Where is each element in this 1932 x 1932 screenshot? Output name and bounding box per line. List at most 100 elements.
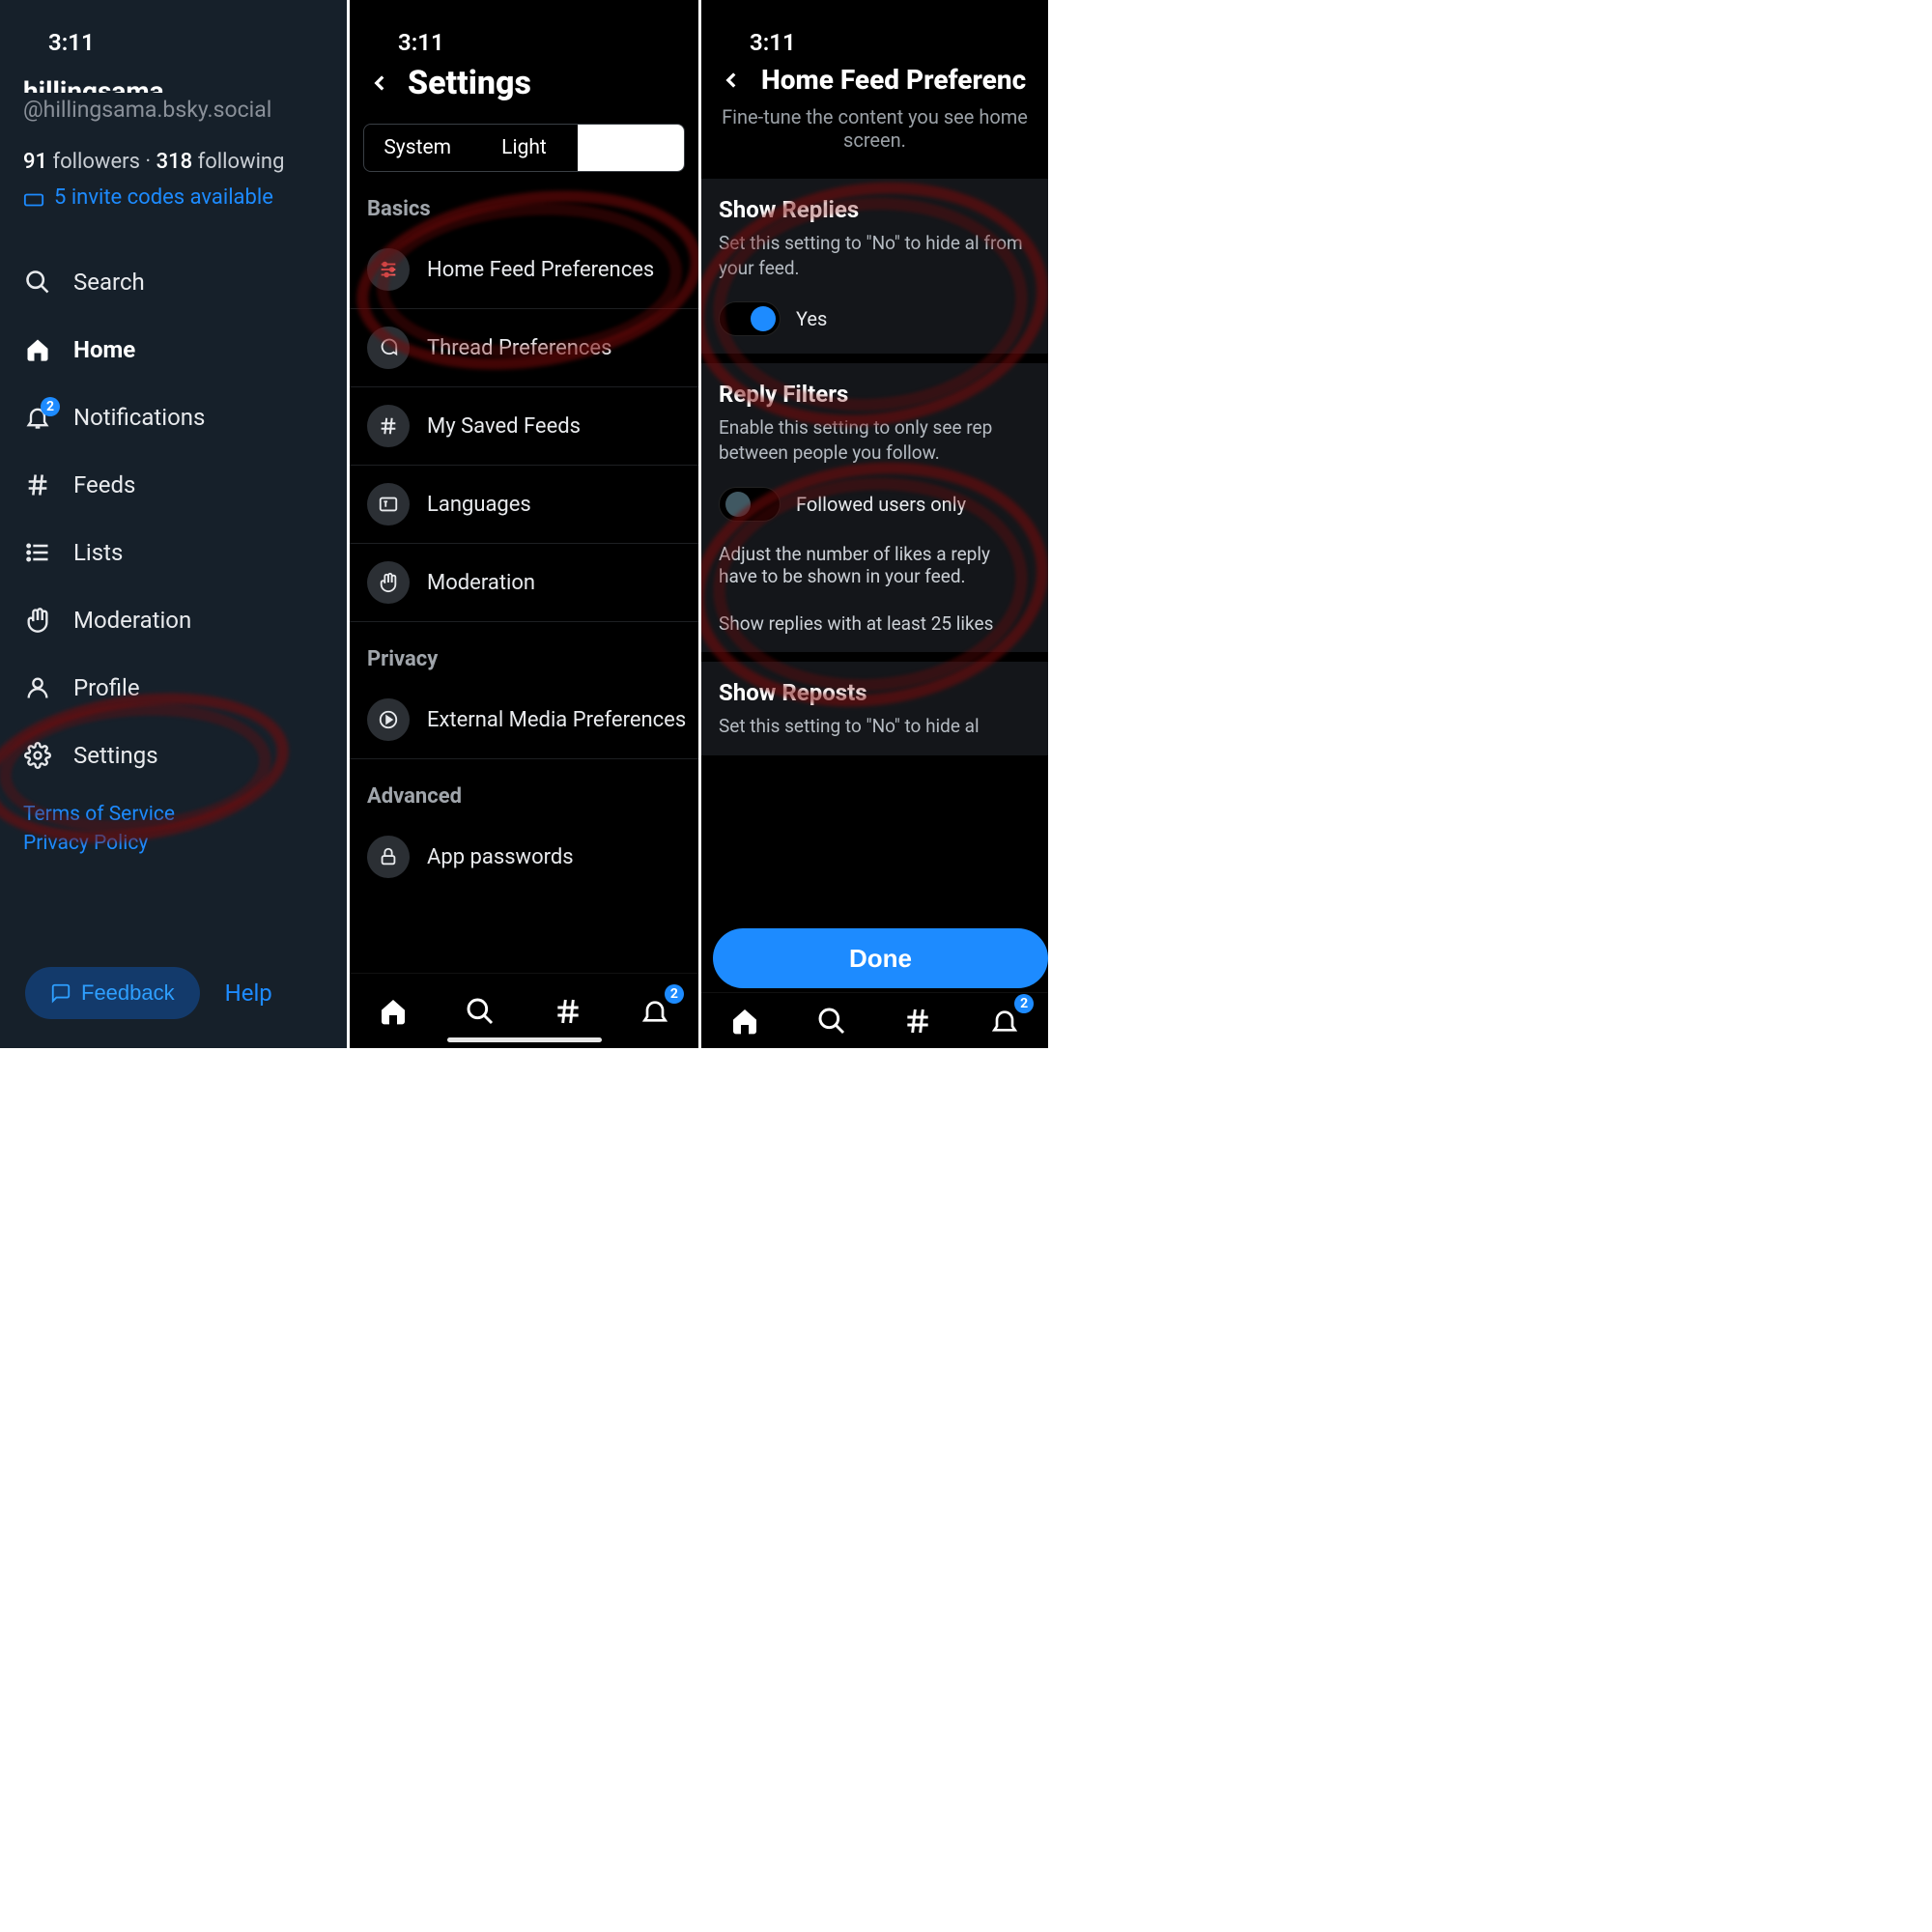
card-desc: Set this setting to "No" to hide al from… (719, 231, 1031, 280)
row-thread-preferences[interactable]: Thread Preferences (350, 309, 698, 387)
row-app-passwords[interactable]: App passwords (350, 818, 698, 895)
user-icon (23, 673, 52, 702)
sidebar-item-label: Home (73, 336, 135, 363)
setting-label: App passwords (427, 845, 574, 869)
hand-icon (23, 606, 52, 635)
row-moderation[interactable]: Moderation (350, 544, 698, 622)
sidebar-item-label: Feeds (73, 471, 135, 498)
tab-notifications[interactable]: 2 (983, 1000, 1026, 1042)
card-note: Adjust the number of likes a reply have … (719, 543, 1031, 587)
sidebar-item-home[interactable]: Home (23, 316, 327, 384)
hash-icon (23, 470, 52, 499)
settings-panel: 3:11 Settings System Light Basics Home F… (350, 0, 698, 1048)
show-replies-switch[interactable] (719, 301, 781, 336)
tab-feeds[interactable] (547, 990, 589, 1033)
status-time: 3:11 (750, 29, 796, 56)
ticket-icon (23, 189, 44, 207)
setting-label: Home Feed Preferences (427, 258, 654, 282)
tos-link[interactable]: Terms of Service (23, 803, 327, 826)
done-button[interactable]: Done (713, 928, 1048, 988)
page-subtitle: Fine-tune the content you see home scree… (701, 99, 1048, 169)
sidebar-item-label: Search (73, 269, 145, 296)
row-saved-feeds[interactable]: My Saved Feeds (350, 387, 698, 466)
row-languages[interactable]: Languages (350, 466, 698, 544)
sidebar-item-settings[interactable]: Settings (23, 722, 327, 789)
sidebar-item-label: Settings (73, 742, 158, 769)
hand-icon (367, 561, 410, 604)
tab-home[interactable] (372, 990, 414, 1033)
sidebar-item-moderation[interactable]: Moderation (23, 586, 327, 654)
following-label: following (198, 150, 285, 174)
sidebar-item-profile[interactable]: Profile (23, 654, 327, 722)
sliders-icon (367, 248, 410, 291)
home-icon (23, 335, 52, 364)
help-button[interactable]: Help (225, 980, 272, 1007)
privacy-link[interactable]: Privacy Policy (23, 832, 327, 855)
display-name: hillingsama (23, 75, 327, 93)
following-count: 318 (156, 150, 193, 174)
lock-icon (367, 836, 410, 878)
card-title: Show Reposts (719, 679, 1031, 706)
tab-search[interactable] (459, 990, 501, 1033)
settings-header: Settings (350, 0, 698, 120)
setting-label: Thread Preferences (427, 336, 611, 360)
notification-badge: 2 (41, 397, 60, 416)
status-time: 3:11 (398, 29, 444, 56)
section-advanced: Advanced (350, 759, 698, 818)
switch-label: Yes (796, 307, 827, 330)
followed-only-switch[interactable] (719, 487, 781, 522)
notification-badge: 2 (665, 984, 684, 1004)
back-icon[interactable] (719, 68, 744, 93)
row-external-media[interactable]: External Media Preferences (350, 681, 698, 759)
feedback-button[interactable]: Feedback (25, 967, 200, 1019)
sidebar-item-search[interactable]: Search (23, 248, 327, 316)
list-icon (23, 538, 52, 567)
card-reply-filters: Reply Filters Enable this setting to onl… (701, 363, 1048, 651)
sidebar-panel: 3:11 hillingsama @hillingsama.bsky.socia… (0, 0, 347, 1048)
card-desc: Set this setting to "No" to hide al (719, 714, 1031, 739)
chat-icon (367, 327, 410, 369)
bottom-nav: 2 (701, 992, 1048, 1048)
row-home-feed-preferences[interactable]: Home Feed Preferences (350, 231, 698, 309)
sidebar-nav: Search Home 2 Notifications Feeds (23, 248, 327, 789)
play-circle-icon (367, 698, 410, 741)
invite-codes-link[interactable]: 5 invite codes available (23, 185, 327, 210)
tab-feeds[interactable] (896, 1000, 939, 1042)
tab-home[interactable] (724, 1000, 766, 1042)
theme-segmented[interactable]: System Light (363, 124, 685, 172)
section-privacy: Privacy (350, 622, 698, 681)
hash-icon (367, 405, 410, 447)
sidebar-item-label: Lists (73, 539, 123, 566)
tab-search[interactable] (810, 1000, 853, 1042)
feedback-label: Feedback (81, 980, 175, 1006)
back-icon[interactable] (367, 71, 392, 96)
footer-links: Terms of Service Privacy Policy (23, 803, 327, 855)
followers-count: 91 (23, 150, 47, 174)
language-icon (367, 483, 410, 526)
sidebar-item-notifications[interactable]: 2 Notifications (23, 384, 327, 451)
seg-dark[interactable] (578, 125, 684, 171)
invite-codes-label: 5 invite codes available (54, 185, 273, 210)
search-icon (23, 268, 52, 297)
card-desc: Enable this setting to only see rep betw… (719, 415, 1031, 465)
sidebar-item-lists[interactable]: Lists (23, 519, 327, 586)
followers-label: followers (52, 150, 139, 174)
tab-notifications[interactable]: 2 (634, 990, 676, 1033)
seg-system[interactable]: System (364, 125, 470, 171)
user-handle: @hillingsama.bsky.social (23, 97, 327, 123)
setting-label: Moderation (427, 571, 535, 595)
sidebar-item-label: Profile (73, 674, 140, 701)
sidebar-item-feeds[interactable]: Feeds (23, 451, 327, 519)
follow-stats[interactable]: 91 followers · 318 following (23, 150, 327, 174)
page-title: Settings (408, 64, 531, 102)
setting-label: External Media Preferences (427, 708, 686, 732)
seg-light[interactable]: Light (470, 125, 577, 171)
notification-badge: 2 (1014, 994, 1034, 1013)
dot: · (145, 150, 156, 174)
sidebar-footer: Feedback Help (0, 967, 347, 1019)
card-title: Show Replies (719, 196, 1031, 223)
switch-label: Followed users only (796, 493, 966, 516)
gear-icon (23, 741, 52, 770)
bell-icon: 2 (23, 403, 52, 432)
slider-info: Show replies with at least 25 likes (719, 612, 1031, 635)
